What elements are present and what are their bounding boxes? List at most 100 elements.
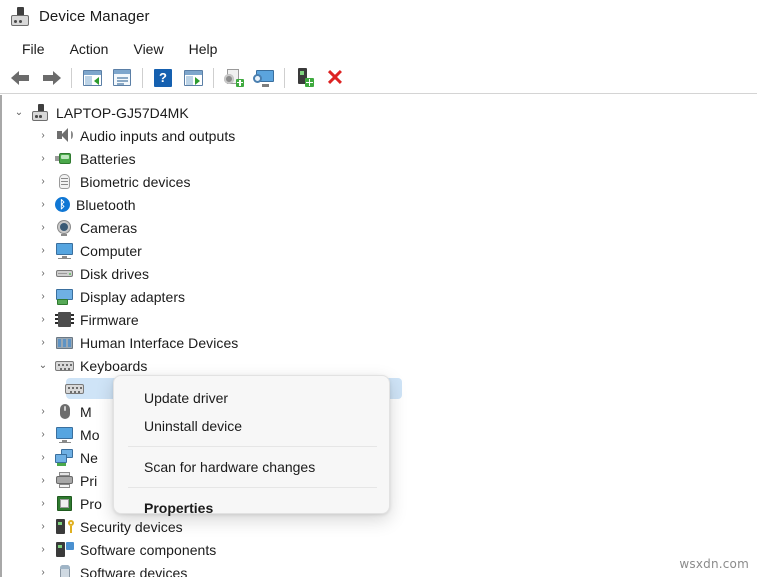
context-menu-item-uninstall-device[interactable]: Uninstall device <box>114 412 389 440</box>
tree-item-label: Software components <box>80 542 216 558</box>
tree-item-cameras[interactable]: › Cameras <box>2 216 757 239</box>
tree-item-label: Biometric devices <box>80 174 191 190</box>
tree-item-batteries[interactable]: › Batteries <box>2 147 757 170</box>
chevron-right-icon[interactable]: › <box>36 267 50 281</box>
details-pane-icon <box>184 70 203 86</box>
battery-icon <box>55 150 74 167</box>
console-tree-icon <box>83 70 102 86</box>
menu-action[interactable]: Action <box>61 39 118 59</box>
tree-item-label: Ne <box>80 450 98 466</box>
chevron-right-icon[interactable]: › <box>36 566 50 577</box>
chevron-right-icon[interactable]: › <box>36 451 50 465</box>
mouse-icon <box>55 403 74 420</box>
network-adapter-icon <box>55 449 74 466</box>
monitor-icon <box>55 426 74 443</box>
toolbar-separator <box>213 68 214 88</box>
hid-icon <box>55 334 74 351</box>
tree-item-keyboards[interactable]: ⌄ Keyboards <box>2 354 757 377</box>
tree-item-label: Firmware <box>80 312 139 328</box>
chevron-down-icon[interactable]: ⌄ <box>12 106 26 120</box>
tree-item-label: Pri <box>80 473 97 489</box>
fingerprint-icon <box>55 173 74 190</box>
help-button[interactable]: ? <box>148 65 178 91</box>
toolbar-separator <box>142 68 143 88</box>
add-legacy-hardware-button[interactable] <box>290 65 320 91</box>
tree-item-display-adapters[interactable]: › Display adapters <box>2 285 757 308</box>
context-menu: Update driver Uninstall device Scan for … <box>113 375 390 514</box>
context-menu-item-scan-for-hardware-changes[interactable]: Scan for hardware changes <box>114 453 389 481</box>
tree-item-disk-drives[interactable]: › Disk drives <box>2 262 757 285</box>
bluetooth-icon: ᛒ <box>55 197 70 212</box>
update-driver-gear-icon <box>224 69 244 87</box>
context-menu-item-properties[interactable]: Properties <box>114 494 389 522</box>
forward-button[interactable] <box>36 65 66 91</box>
computer-root-icon <box>31 104 50 121</box>
back-button[interactable] <box>6 65 36 91</box>
tree-item-computer[interactable]: › Computer <box>2 239 757 262</box>
software-device-icon <box>55 564 74 577</box>
uninstall-device-button[interactable]: ✕ <box>320 65 350 91</box>
properties-button[interactable] <box>107 65 137 91</box>
printer-icon <box>55 472 74 489</box>
context-menu-item-update-driver[interactable]: Update driver <box>114 384 389 412</box>
show-details-button[interactable] <box>178 65 208 91</box>
keyboard-icon <box>55 357 74 374</box>
menu-view[interactable]: View <box>124 39 172 59</box>
context-menu-separator <box>128 487 377 488</box>
tree-item-label: Display adapters <box>80 289 185 305</box>
display-adapter-icon <box>55 288 74 305</box>
tree-root-node[interactable]: ⌄ LAPTOP-GJ57D4MK <box>2 101 757 124</box>
chevron-right-icon[interactable]: › <box>36 313 50 327</box>
chevron-right-icon[interactable]: › <box>36 520 50 534</box>
tree-item-label: Human Interface Devices <box>80 335 238 351</box>
chevron-right-icon[interactable]: › <box>36 428 50 442</box>
tree-item-label: Keyboards <box>80 358 147 374</box>
keyboard-icon <box>65 380 84 397</box>
tree-item-software-components[interactable]: › Software components <box>2 538 757 561</box>
chevron-right-icon[interactable]: › <box>36 175 50 189</box>
tree-item-label: Mo <box>80 427 100 443</box>
tree-item-label: Pro <box>80 496 102 512</box>
tree-item-software-devices[interactable]: › Software devices <box>2 561 757 577</box>
chevron-right-icon[interactable]: › <box>36 290 50 304</box>
tree-item-label: M <box>80 404 92 420</box>
tree-item-biometric-devices[interactable]: › Biometric devices <box>2 170 757 193</box>
tree-item-label: Audio inputs and outputs <box>80 128 235 144</box>
menu-help[interactable]: Help <box>180 39 227 59</box>
tree-item-firmware[interactable]: › Firmware <box>2 308 757 331</box>
forward-arrow-icon <box>41 71 61 85</box>
chevron-right-icon[interactable]: › <box>36 152 50 166</box>
chevron-right-icon[interactable]: › <box>36 474 50 488</box>
back-arrow-icon <box>11 71 31 85</box>
tree-root-label: LAPTOP-GJ57D4MK <box>56 105 189 121</box>
chevron-right-icon[interactable]: › <box>36 336 50 350</box>
tree-item-label: Disk drives <box>80 266 149 282</box>
chevron-right-icon[interactable]: › <box>36 497 50 511</box>
firmware-chip-icon <box>55 311 74 328</box>
speaker-icon <box>55 127 74 144</box>
chevron-right-icon[interactable]: › <box>36 405 50 419</box>
window-title: Device Manager <box>39 8 150 25</box>
scan-for-hardware-changes-button[interactable] <box>249 65 279 91</box>
chevron-right-icon[interactable]: › <box>36 198 50 212</box>
chevron-right-icon[interactable]: › <box>36 543 50 557</box>
device-manager-icon <box>10 7 30 27</box>
chevron-down-icon[interactable]: ⌄ <box>36 359 50 373</box>
tree-item-label: Software devices <box>80 565 187 577</box>
camera-icon <box>55 219 74 236</box>
tree-item-human-interface-devices[interactable]: › Human Interface Devices <box>2 331 757 354</box>
chevron-right-icon[interactable]: › <box>36 221 50 235</box>
scan-monitor-icon <box>253 69 275 87</box>
disk-drive-icon <box>55 265 74 282</box>
update-driver-button[interactable] <box>219 65 249 91</box>
menu-file[interactable]: File <box>13 39 54 59</box>
menu-bar: File Action View Help <box>0 36 757 61</box>
tree-item-bluetooth[interactable]: › ᛒ Bluetooth <box>2 193 757 216</box>
security-device-icon <box>55 518 74 535</box>
device-manager-window: Device Manager File Action View Help ? <box>0 0 757 577</box>
chevron-right-icon[interactable]: › <box>36 129 50 143</box>
tree-item-audio-inputs-and-outputs[interactable]: › Audio inputs and outputs <box>2 124 757 147</box>
show-hide-console-tree-button[interactable] <box>77 65 107 91</box>
tree-item-label: Cameras <box>80 220 137 236</box>
chevron-right-icon[interactable]: › <box>36 244 50 258</box>
